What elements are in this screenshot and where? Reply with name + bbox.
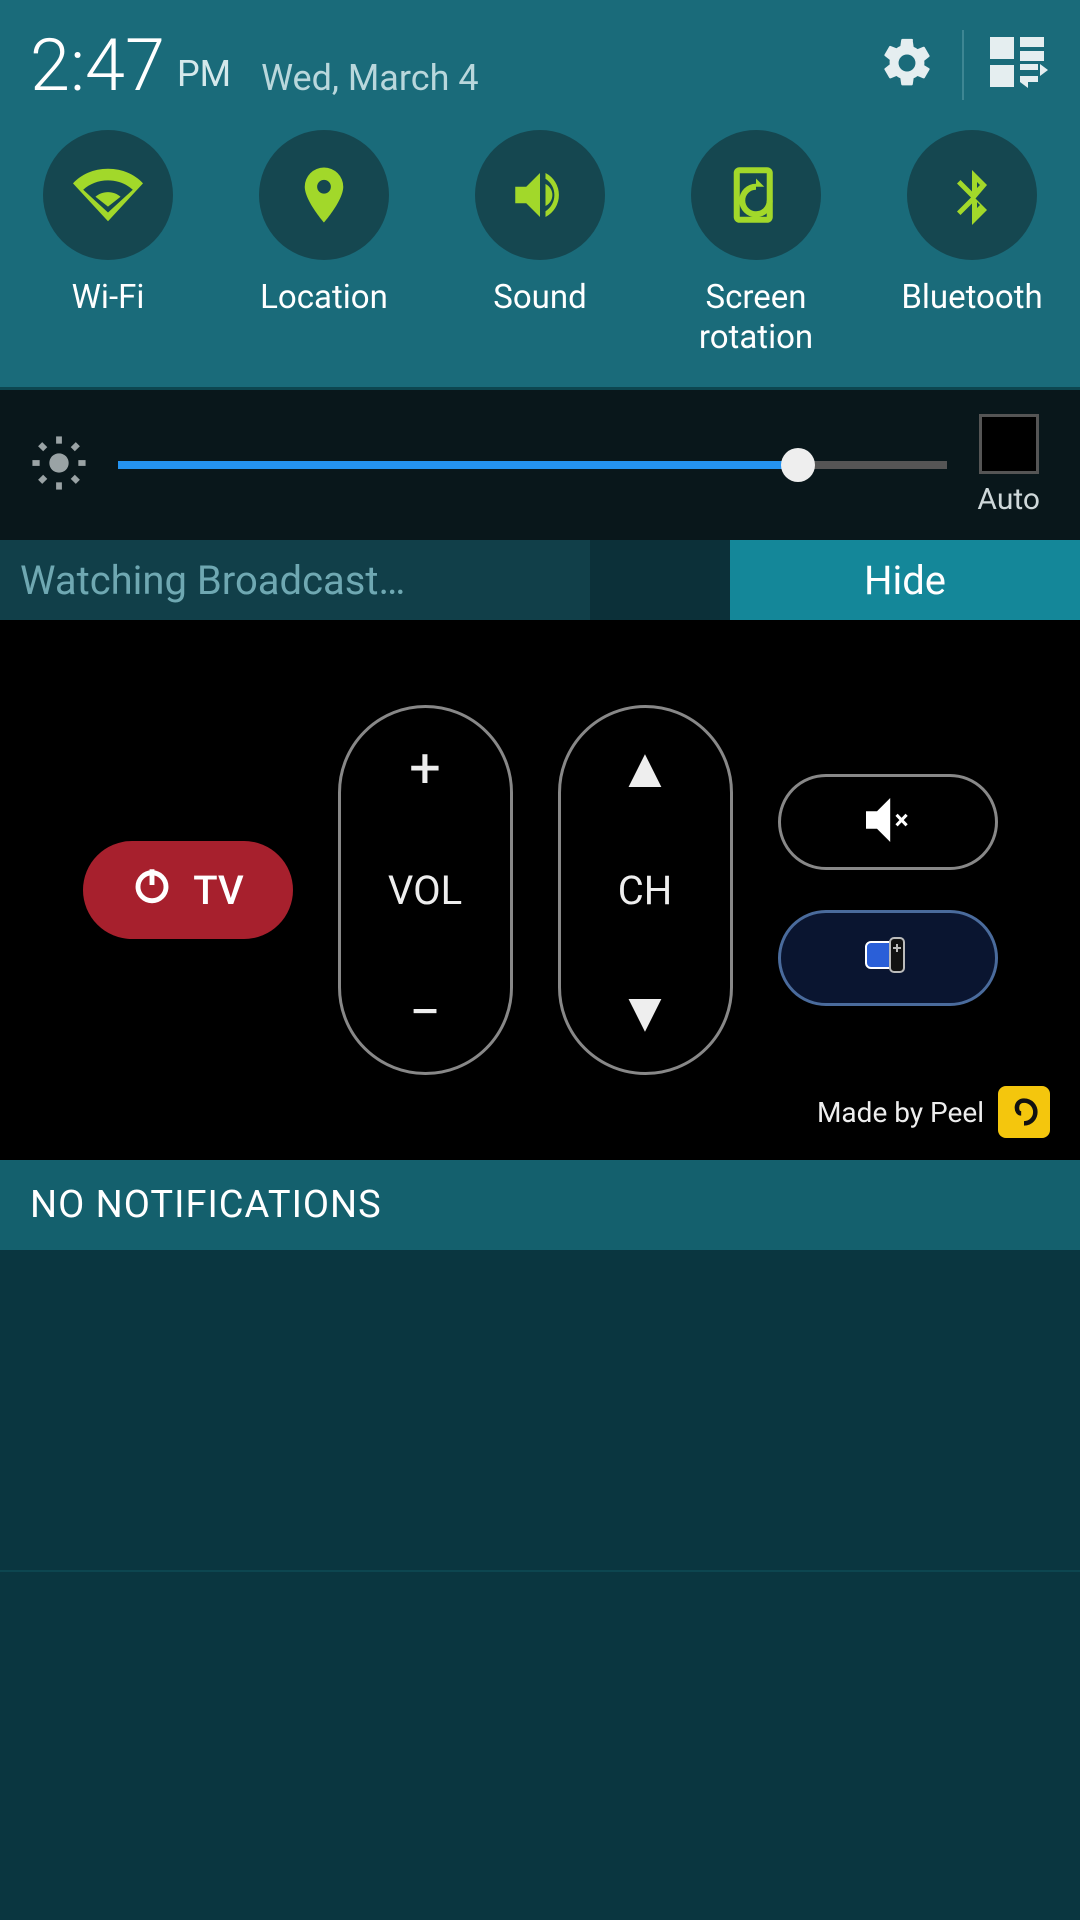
location-icon [259,130,389,260]
volume-label: VOL [388,867,462,914]
brightness-row: Auto [0,390,1080,540]
quick-toggles-row: Wi-Fi Location Sound Screen rotation [0,120,1080,390]
time-date-block: 2:47 PM Wed, March 4 [30,23,878,108]
mute-icon: × [860,798,916,846]
channel-down-button[interactable]: ▼ [617,984,672,1040]
svg-text:×: × [894,806,908,836]
notifications-body [0,1250,1080,1920]
volume-control: + VOL − [338,705,513,1075]
toggle-wifi-label: Wi-Fi [72,278,145,318]
channel-label: CH [618,867,673,914]
bluetooth-icon [907,130,1037,260]
wifi-icon [43,130,173,260]
toggle-bluetooth[interactable]: Bluetooth [872,130,1072,357]
made-by-peel: Made by Peel [817,1086,1050,1138]
toggle-wifi[interactable]: Wi-Fi [8,130,208,357]
header-actions [878,30,1050,100]
mute-button[interactable]: × [778,774,998,870]
toggle-bluetooth-label: Bluetooth [901,278,1042,318]
divider-line [0,1570,1080,1572]
peel-watching-bar: Watching Broadcast… Hide [0,540,1080,620]
tv-power-button[interactable]: TV [83,841,293,939]
notifications-header: NO NOTIFICATIONS [0,1160,1080,1250]
watching-text: Watching Broadcast… [0,540,590,620]
made-by-peel-label: Made by Peel [817,1096,984,1129]
channel-control: ▲ CH ▼ [558,705,733,1075]
tv-power-label: TV [193,867,244,914]
volume-up-button[interactable]: + [409,740,441,796]
toggle-location[interactable]: Location [224,130,424,357]
toggle-screen-rotation[interactable]: Screen rotation [656,130,856,357]
grid-menu-icon[interactable] [990,37,1050,93]
watching-separator [590,540,730,620]
status-header: 2:47 PM Wed, March 4 [0,0,1080,120]
screen-rotation-icon [691,130,821,260]
remote-icon [862,936,914,980]
auto-brightness-block: Auto [977,414,1040,517]
brightness-slider-thumb[interactable] [781,448,815,482]
notifications-header-label: NO NOTIFICATIONS [30,1183,382,1227]
toggle-location-label: Location [260,278,388,318]
time-ampm: PM [177,53,231,95]
peel-logo-icon [998,1086,1050,1138]
power-icon [131,864,173,916]
channel-up-button[interactable]: ▲ [617,740,672,796]
hide-button[interactable]: Hide [730,540,1080,620]
auto-brightness-checkbox[interactable] [979,414,1039,474]
time-value: 2:47 [30,23,165,108]
auto-brightness-label: Auto [977,482,1040,517]
toggle-sound[interactable]: Sound [440,130,640,357]
settings-icon[interactable] [878,34,936,96]
date-value: Wed, March 4 [261,57,479,99]
volume-down-button[interactable]: − [409,984,441,1040]
brightness-icon [30,434,88,496]
remote-panel: TV + VOL − ▲ CH ▼ × [0,620,1080,1160]
remote-app-button[interactable] [778,910,998,1006]
brightness-slider[interactable] [118,461,947,469]
sound-icon [475,130,605,260]
header-divider [962,30,964,100]
toggle-screen-rotation-label: Screen rotation [699,278,813,357]
toggle-sound-label: Sound [493,278,586,318]
